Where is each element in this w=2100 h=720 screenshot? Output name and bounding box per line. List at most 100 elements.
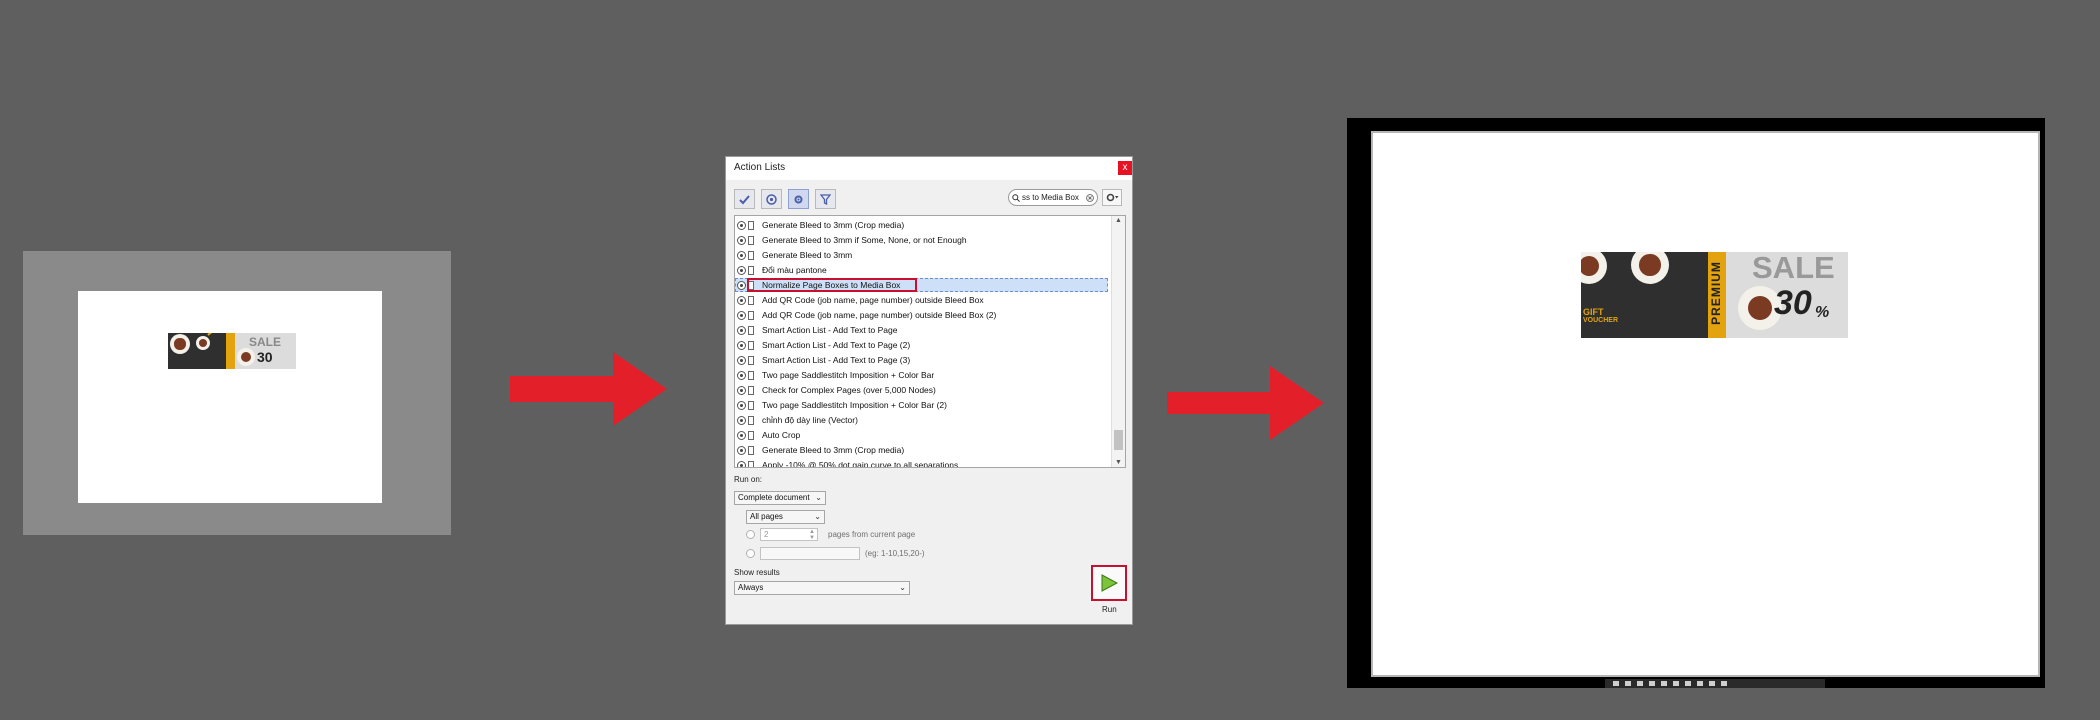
- action-gear-icon: [737, 430, 746, 440]
- rotate-icon[interactable]: [1673, 681, 1679, 686]
- voucher-text: VOUCHER: [1583, 317, 1619, 324]
- selection-highlight-box: [747, 278, 917, 292]
- run-on-value: Complete document: [738, 493, 810, 502]
- action-gear-icon: [737, 310, 746, 320]
- action-gear-icon: [737, 415, 746, 425]
- right-arrow-icon: [1167, 366, 1324, 440]
- list-item[interactable]: Auto Crop: [735, 428, 1108, 442]
- scroll-up-icon[interactable]: ▲: [1115, 217, 1122, 224]
- list-item[interactable]: Smart Action List - Add Text to Page (2): [735, 338, 1108, 352]
- list-item-label: Smart Action List - Add Text to Page (3): [762, 355, 911, 365]
- chevron-down-icon: ⌄: [814, 512, 821, 521]
- action-gear-icon: [737, 250, 746, 260]
- percent-text: %: [1815, 304, 1830, 321]
- filter-icon: [820, 193, 831, 205]
- discount-text: 30: [1774, 284, 1812, 322]
- list-item-label: Generate Bleed to 3mm (Crop media): [762, 445, 905, 455]
- chevron-down-icon: ⌄: [815, 493, 822, 502]
- list-item[interactable]: Add QR Code (job name, page number) outs…: [735, 308, 1108, 322]
- list-item[interactable]: Smart Action List - Add Text to Page (3): [735, 353, 1108, 367]
- funnel-filter-button[interactable]: [815, 189, 836, 209]
- zoom-in-icon[interactable]: [1649, 681, 1655, 686]
- after-banner-image: GIFT VOUCHER PREMIUM SALE 30 %: [1581, 252, 1848, 338]
- list-item[interactable]: Apply -10% @ 50% dot gain curve to all s…: [735, 458, 1108, 468]
- action-gear-icon: [737, 220, 746, 230]
- action-document-icon: [748, 340, 754, 350]
- action-gear-icon: [737, 460, 746, 467]
- gear-filter-button[interactable]: [788, 189, 809, 209]
- list-item-label: chỉnh độ dày line (Vector): [762, 415, 858, 425]
- play-icon: [1101, 574, 1119, 592]
- check-icon: [739, 194, 750, 204]
- action-document-icon: [748, 445, 754, 455]
- page-icon[interactable]: [1697, 681, 1703, 686]
- list-item[interactable]: Add QR Code (job name, page number) outs…: [735, 293, 1108, 307]
- action-gear-icon: [737, 445, 746, 455]
- list-item[interactable]: Two page Saddlestitch Imposition + Color…: [735, 368, 1108, 382]
- scroll-down-icon[interactable]: ▼: [1115, 459, 1122, 466]
- pages-select[interactable]: All pages ⌄: [746, 510, 825, 524]
- action-gear-icon: [737, 385, 746, 395]
- list-item[interactable]: Generate Bleed to 3mm if Some, None, or …: [735, 233, 1108, 247]
- list-item-label: Generate Bleed to 3mm if Some, None, or …: [762, 235, 967, 245]
- show-results-select[interactable]: Always ⌄: [734, 581, 910, 595]
- run-button[interactable]: [1091, 565, 1127, 601]
- action-document-icon: [748, 415, 754, 425]
- settings-menu-button[interactable]: [1102, 189, 1122, 206]
- list-item-label: Smart Action List - Add Text to Page (2): [762, 340, 911, 350]
- page-range-input[interactable]: [760, 547, 860, 560]
- pages-from-current-label: pages from current page: [828, 530, 916, 539]
- after-document-page: GIFT VOUCHER PREMIUM SALE 30 %: [1371, 131, 2040, 677]
- crop-icon[interactable]: [1685, 681, 1691, 686]
- hand-tool-icon[interactable]: [1625, 681, 1631, 686]
- list-item[interactable]: chỉnh độ dày line (Vector): [735, 413, 1108, 427]
- search-field[interactable]: ss to Media Box: [1008, 189, 1098, 206]
- list-scrollbar[interactable]: ▲ ▼: [1111, 216, 1125, 467]
- sale-text: SALE: [1752, 252, 1835, 285]
- zoom-out-icon[interactable]: [1637, 681, 1643, 686]
- pointer-tool-icon[interactable]: [1613, 681, 1619, 686]
- list-item-label: Two page Saddlestitch Imposition + Color…: [762, 400, 947, 410]
- action-list: ▲ ▼ Generate Bleed to 3mm (Crop media) Ge…: [734, 215, 1126, 468]
- run-on-label: Run on:: [734, 475, 763, 484]
- list-item[interactable]: Normalize Page Boxes to Media Box: [735, 278, 1108, 292]
- globe-filter-button[interactable]: [761, 189, 782, 209]
- action-gear-icon: [737, 295, 746, 305]
- zoom-level-icon[interactable]: [1661, 681, 1667, 686]
- action-lists-dialog: Action Lists x ss to Media Box ▲ ▼ Gener…: [725, 156, 1133, 625]
- chevron-down-icon: ⌄: [899, 583, 906, 592]
- list-item-label: Generate Bleed to 3mm: [762, 250, 853, 260]
- list-item-label: Apply -10% @ 50% dot gain curve to all s…: [762, 460, 959, 468]
- list-item-label: Add QR Code (job name, page number) outs…: [762, 295, 984, 305]
- page-range-radio[interactable]: [746, 549, 755, 558]
- close-button[interactable]: x: [1118, 161, 1132, 175]
- page-range-hint: (eg: 1-10,15,20-): [865, 549, 925, 558]
- action-document-icon: [748, 220, 754, 230]
- action-document-icon: [748, 400, 754, 410]
- action-document-icon: [748, 265, 754, 275]
- list-item-label: Add QR Code (job name, page number) outs…: [762, 310, 997, 320]
- list-item[interactable]: Check for Complex Pages (over 5,000 Node…: [735, 383, 1108, 397]
- check-filter-button[interactable]: [734, 189, 755, 209]
- search-input[interactable]: ss to Media Box: [1022, 193, 1086, 202]
- list-item[interactable]: Smart Action List - Add Text to Page: [735, 323, 1108, 337]
- list-item[interactable]: Đổi màu pantone: [735, 263, 1108, 277]
- clear-search-icon[interactable]: [1086, 193, 1094, 202]
- after-document-frame: GIFT VOUCHER PREMIUM SALE 30 %: [1347, 118, 2045, 688]
- action-gear-icon: [737, 340, 746, 350]
- list-item[interactable]: Generate Bleed to 3mm (Crop media): [735, 443, 1108, 457]
- list-item[interactable]: Generate Bleed to 3mm: [735, 248, 1108, 262]
- scrollbar-thumb[interactable]: [1114, 430, 1123, 450]
- pages-count-radio[interactable]: [746, 530, 755, 539]
- action-document-icon: [748, 460, 754, 467]
- run-on-select[interactable]: Complete document ⌄: [734, 491, 826, 505]
- more-tools-icon[interactable]: [1721, 681, 1727, 686]
- viewer-toolbar[interactable]: [1605, 679, 1825, 688]
- fit-page-icon[interactable]: [1709, 681, 1715, 686]
- premium-text: PREMIUM: [1708, 261, 1723, 325]
- pages-count-input[interactable]: 2 ▲ ▼: [760, 528, 818, 541]
- list-item[interactable]: Generate Bleed to 3mm (Crop media): [735, 218, 1108, 232]
- list-item[interactable]: Two page Saddlestitch Imposition + Color…: [735, 398, 1108, 412]
- action-document-icon: [748, 385, 754, 395]
- spinner-arrows-icon[interactable]: ▲ ▼: [809, 529, 815, 541]
